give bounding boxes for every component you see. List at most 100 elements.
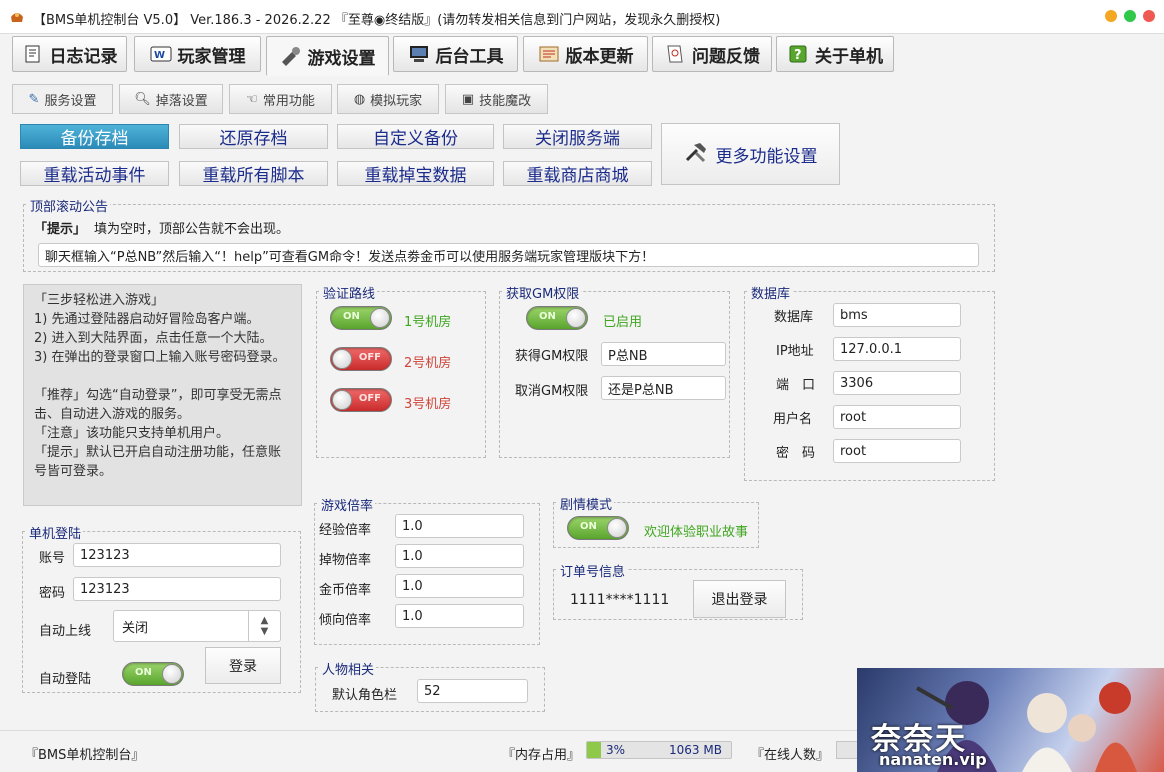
subtab-drop-settings[interactable]: 🔍︎ 掉落设置 bbox=[119, 84, 223, 114]
announcement-hint-tag: 「提示」 bbox=[34, 222, 87, 237]
close-server-button[interactable]: 关闭服务端 bbox=[503, 124, 652, 149]
order-title: 订单号信息 bbox=[558, 561, 628, 580]
reload-shop-button[interactable]: 重载商店商城 bbox=[503, 161, 652, 186]
subtab-skill-mod-label: 技能魔改 bbox=[479, 93, 532, 109]
route-1-toggle-text: ON bbox=[343, 311, 360, 322]
restore-button[interactable]: 还原存档 bbox=[179, 124, 328, 149]
db-ip-input[interactable]: 127.0.0.1 bbox=[833, 337, 961, 361]
reload-drops-button[interactable]: 重载掉宝数据 bbox=[337, 161, 494, 186]
tab-backend-tools[interactable]: 后台工具 bbox=[393, 36, 518, 72]
more-settings-button[interactable]: 更多功能设置 bbox=[661, 123, 840, 185]
tab-version-update[interactable]: 版本更新 bbox=[523, 36, 648, 72]
subtab-simulate-player-label: 模拟玩家 bbox=[370, 93, 423, 109]
subtab-service-settings-label: 服务设置 bbox=[44, 93, 97, 109]
login-button[interactable]: 登录 bbox=[205, 647, 281, 684]
minimize-button[interactable] bbox=[1105, 10, 1117, 22]
story-toggle[interactable]: ON bbox=[567, 516, 629, 540]
reload-scripts-button[interactable]: 重载所有脚本 bbox=[179, 161, 328, 186]
subtab-service-settings[interactable]: ✎ 服务设置 bbox=[12, 84, 113, 114]
gm-cancel-input[interactable]: 还是P总NB bbox=[601, 376, 726, 400]
tab-log[interactable]: 日志记录 bbox=[12, 36, 127, 72]
story-toggle-text: ON bbox=[580, 521, 597, 532]
route-3-toggle-text: OFF bbox=[358, 393, 381, 404]
close-button[interactable] bbox=[1143, 10, 1155, 22]
password-label: 密码 bbox=[39, 586, 66, 601]
auto-login-label: 自动登陆 bbox=[39, 672, 92, 687]
custom-backup-button[interactable]: 自定义备份 bbox=[337, 124, 494, 149]
svg-text:W: W bbox=[154, 50, 165, 61]
backup-button[interactable]: 备份存档 bbox=[20, 124, 169, 149]
feedback-icon bbox=[664, 43, 686, 65]
password-input[interactable]: 123123 bbox=[73, 577, 281, 601]
announcement-title: 顶部滚动公告 bbox=[28, 196, 111, 215]
subtab-common-functions-label: 常用功能 bbox=[262, 93, 315, 109]
character-group: 人物相关 默认角色栏 52 bbox=[315, 659, 545, 712]
db-user-input[interactable]: root bbox=[833, 405, 961, 429]
trait-rate-input[interactable]: 1.0 bbox=[395, 604, 524, 628]
auto-login-toggle-text: ON bbox=[135, 667, 152, 678]
gm-toggle[interactable]: ON bbox=[526, 306, 588, 330]
wrench-icon: ✎ bbox=[28, 91, 40, 107]
memory-progress-fill bbox=[587, 742, 601, 758]
route-3-toggle[interactable]: OFF bbox=[330, 388, 392, 412]
gm-get-label: 获得GM权限 bbox=[515, 349, 589, 364]
story-group: 剧情模式 ON 欢迎体验职业故事 bbox=[553, 494, 759, 548]
subtab-simulate-player[interactable]: ◍ 模拟玩家 bbox=[337, 84, 439, 114]
drop-rate-input[interactable]: 1.0 bbox=[395, 544, 524, 568]
db-name-input[interactable]: bms bbox=[833, 303, 961, 327]
image-icon: ▣ bbox=[461, 91, 475, 107]
tab-feedback[interactable]: 问题反馈 bbox=[652, 36, 772, 72]
db-port-label: 端 口 bbox=[776, 378, 816, 393]
route-title: 验证路线 bbox=[321, 283, 378, 302]
svg-text:?: ? bbox=[794, 48, 802, 63]
drop-rate-label: 掉物倍率 bbox=[319, 553, 372, 568]
character-slot-label: 默认角色栏 bbox=[332, 688, 398, 703]
gm-title: 获取GM权限 bbox=[504, 283, 582, 302]
route-2-toggle-text: OFF bbox=[358, 352, 381, 363]
tab-backend-tools-label: 后台工具 bbox=[435, 46, 504, 67]
announcement-input[interactable]: 聊天框输入“P总NB”然后输入“！help”可查看GM命令！发送点劵金币可以使用… bbox=[38, 243, 979, 267]
subtab-skill-mod[interactable]: ▣ 技能魔改 bbox=[445, 84, 548, 114]
db-password-input[interactable]: root bbox=[833, 439, 961, 463]
tab-log-label: 日志记录 bbox=[49, 46, 118, 67]
more-settings-label: 更多功能设置 bbox=[715, 146, 818, 167]
auto-online-select[interactable]: 关闭 ▲ ▼ bbox=[113, 610, 281, 642]
order-number: 1111****1111 bbox=[570, 592, 670, 608]
login-title: 单机登陆 bbox=[27, 523, 84, 542]
character-slot-input[interactable]: 52 bbox=[417, 679, 528, 703]
gm-get-input[interactable]: P总NB bbox=[601, 342, 726, 366]
hand-icon: ☜ bbox=[246, 91, 258, 107]
db-user-label: 用户名 bbox=[773, 412, 813, 427]
account-input[interactable]: 123123 bbox=[73, 543, 281, 567]
tab-about[interactable]: ? 关于单机 bbox=[776, 36, 894, 72]
announcement-group: 顶部滚动公告 「提示」 填为空时，顶部公告就不会出现。 聊天框输入“P总NB”然… bbox=[23, 196, 995, 272]
route-1-toggle[interactable]: ON bbox=[330, 306, 392, 330]
memory-percent: 3% bbox=[606, 743, 626, 757]
subtab-common-functions[interactable]: ☜ 常用功能 bbox=[229, 84, 332, 114]
memory-progress: 3% 1063 MB bbox=[586, 741, 732, 759]
title-bar: 【BMS单机控制台 V5.0】 Ver.186.3 - 2026.2.22 『至… bbox=[0, 0, 1164, 34]
memory-label: 『内存占用』 bbox=[502, 748, 581, 763]
db-port-input[interactable]: 3306 bbox=[833, 371, 961, 395]
maximize-button[interactable] bbox=[1124, 10, 1136, 22]
story-text: 欢迎体验职业故事 bbox=[644, 525, 749, 540]
route-1-label: 1号机房 bbox=[404, 315, 452, 330]
tip-line: 2) 进入到大陆界面，点击任意一个大陆。 bbox=[34, 331, 273, 346]
exp-rate-input[interactable]: 1.0 bbox=[395, 514, 524, 538]
tab-player[interactable]: W 玩家管理 bbox=[134, 36, 261, 72]
watermark-banner: 奈奈天 nanaten.vip bbox=[857, 668, 1164, 772]
reload-events-button[interactable]: 重载活动事件 bbox=[20, 161, 169, 186]
tools-icon bbox=[684, 141, 710, 168]
tips-panel: 「三步轻松进入游戏」 1) 先通过登陆器启动好冒险岛客户端。 2) 进入到大陆界… bbox=[23, 284, 302, 506]
tab-game-settings[interactable]: 游戏设置 bbox=[266, 36, 389, 76]
route-2-toggle[interactable]: OFF bbox=[330, 347, 392, 371]
meso-rate-input[interactable]: 1.0 bbox=[395, 574, 524, 598]
game-settings-icon bbox=[280, 45, 302, 67]
tab-game-settings-label: 游戏设置 bbox=[307, 48, 376, 69]
login-group: 单机登陆 账号 123123 密码 123123 自动上线 关闭 ▲ ▼ 自动登陆… bbox=[22, 523, 301, 693]
watermark-url: nanaten.vip bbox=[879, 750, 987, 769]
logout-button[interactable]: 退出登录 bbox=[693, 580, 786, 618]
auto-login-toggle[interactable]: ON bbox=[122, 662, 184, 686]
gm-cancel-label: 取消GM权限 bbox=[515, 384, 589, 399]
gm-status: 已启用 bbox=[603, 315, 643, 330]
